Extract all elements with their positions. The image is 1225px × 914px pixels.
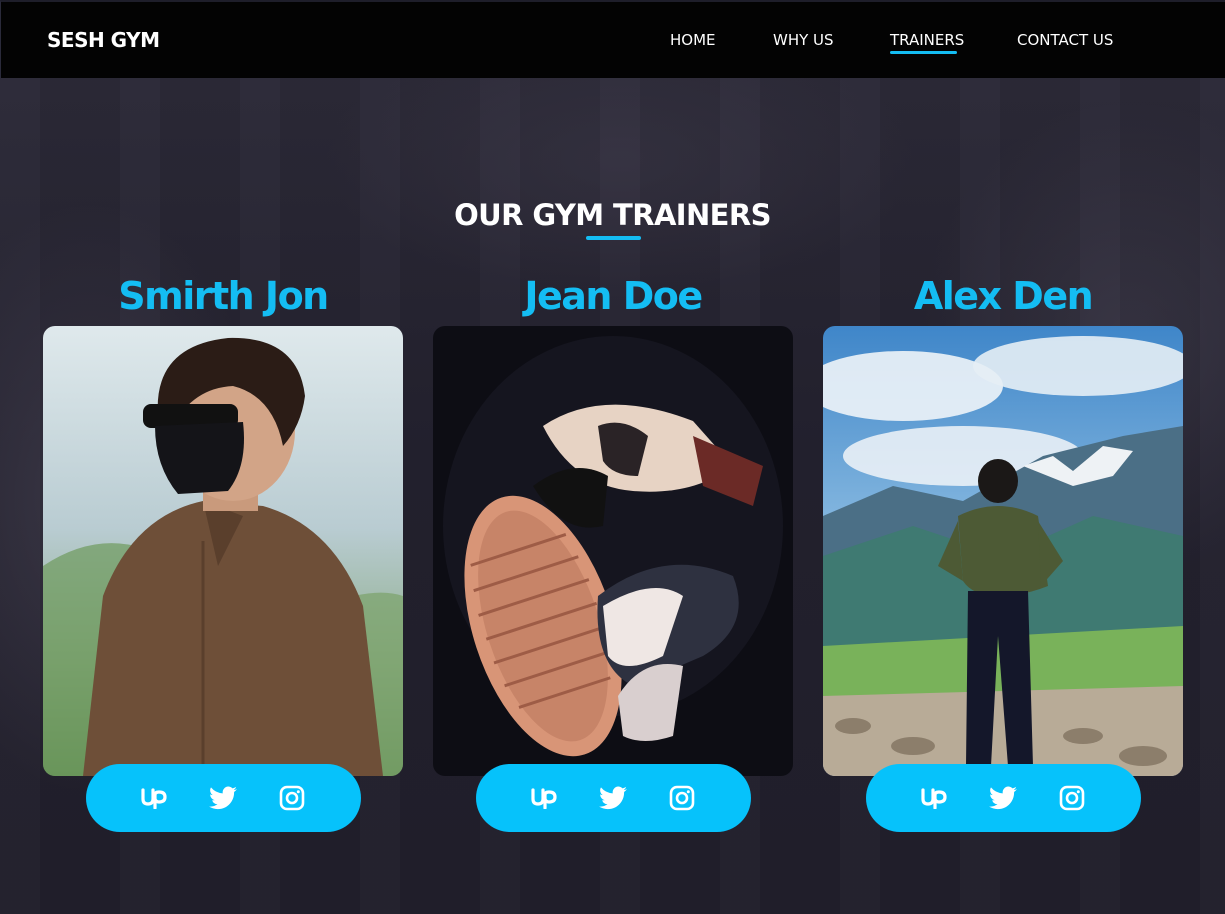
trainer-photo-image xyxy=(823,326,1183,776)
trainer-name: Jean Doe xyxy=(524,274,703,318)
section-title: OUR GYM TRAINERS xyxy=(454,198,771,232)
trainer-photo xyxy=(823,326,1183,776)
trainer-card: Alex Den xyxy=(823,274,1183,834)
instagram-icon[interactable] xyxy=(668,784,696,812)
nav-link-why-us[interactable]: WHY US xyxy=(773,31,834,49)
trainer-name: Smirth Jon xyxy=(118,274,329,318)
social-bar xyxy=(866,764,1141,832)
trainer-photo xyxy=(43,326,403,776)
navbar: SESH GYM HOME WHY US TRAINERS CONTACT US xyxy=(0,0,1225,78)
twitter-icon[interactable] xyxy=(209,784,237,812)
twitter-icon[interactable] xyxy=(599,784,627,812)
upwork-icon[interactable] xyxy=(920,784,948,812)
upwork-icon[interactable] xyxy=(140,784,168,812)
nav-link-home[interactable]: HOME xyxy=(670,31,716,49)
trainer-card: Smirth Jon xyxy=(43,274,403,834)
trainer-photo-image xyxy=(433,326,793,776)
instagram-icon[interactable] xyxy=(1058,784,1086,812)
trainer-photo xyxy=(433,326,793,776)
title-underline xyxy=(586,236,641,240)
social-bar xyxy=(86,764,361,832)
trainer-card: Jean Doe xyxy=(433,274,793,834)
nav-link-contact-us[interactable]: CONTACT US xyxy=(1017,31,1113,49)
brand-logo[interactable]: SESH GYM xyxy=(47,28,160,52)
twitter-icon[interactable] xyxy=(989,784,1017,812)
nav-active-indicator xyxy=(890,51,957,54)
trainer-name: Alex Den xyxy=(913,274,1094,318)
upwork-icon[interactable] xyxy=(530,784,558,812)
nav-link-trainers[interactable]: TRAINERS xyxy=(890,31,964,49)
trainer-photo-image xyxy=(43,326,403,776)
social-bar xyxy=(476,764,751,832)
instagram-icon[interactable] xyxy=(278,784,306,812)
